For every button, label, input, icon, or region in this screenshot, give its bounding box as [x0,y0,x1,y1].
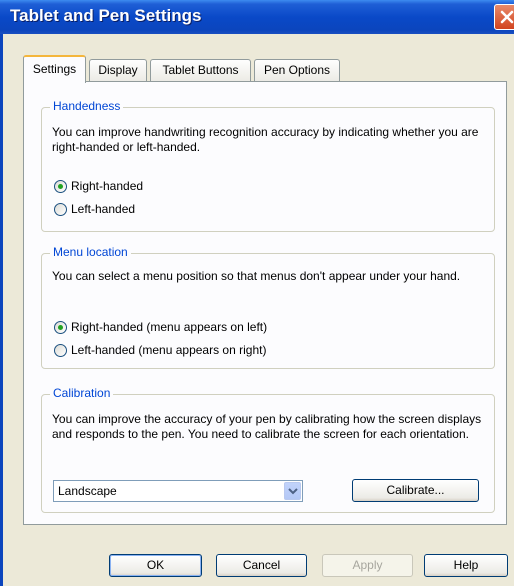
calibration-group: Calibration You can improve the accuracy… [41,386,495,513]
handedness-left-radio[interactable]: Left-handed [54,201,135,217]
menu-location-title: Menu location [50,245,131,259]
radio-label: Left-handed [71,202,136,216]
ok-button[interactable]: OK [109,554,202,577]
orientation-dropdown[interactable]: Landscape [53,480,303,502]
radio-label: Left-handed (menu appears on right) [71,343,267,357]
tab-pen-options[interactable]: Pen Options [254,59,340,81]
calibration-title: Calibration [50,386,114,400]
radio-label: Right-handed [71,179,144,193]
radio-label: Right-handed (menu appears on left) [71,320,268,334]
chevron-down-icon[interactable] [284,482,301,500]
handedness-group: Handedness You can improve handwriting r… [41,99,495,232]
dialog-window: Tablet and Pen Settings Settings Display… [0,0,514,586]
handedness-description: You can improve handwriting recognition … [52,125,479,154]
window-frame [0,34,3,586]
menu-location-description: You can select a menu position so that m… [52,269,461,283]
tab-display[interactable]: Display [89,59,147,81]
settings-panel: Handedness You can improve handwriting r… [23,81,507,525]
help-button[interactable]: Help [424,554,508,577]
tab-tablet-buttons[interactable]: Tablet Buttons [150,59,251,81]
menu-right-handed-radio[interactable]: Right-handed (menu appears on left) [54,319,267,335]
calibration-description: You can improve the accuracy of your pen… [52,412,482,441]
menu-left-handed-radio[interactable]: Left-handed (menu appears on right) [54,342,266,358]
window-title: Tablet and Pen Settings [10,6,202,25]
close-button[interactable] [494,4,514,30]
apply-button[interactable]: Apply [322,554,413,577]
radio-selected-icon [54,320,67,334]
tab-settings[interactable]: Settings [23,55,86,83]
calibrate-button[interactable]: Calibrate... [352,479,479,502]
handedness-title: Handedness [50,99,124,113]
orientation-value: Landscape [58,484,117,498]
radio-unselected-icon [54,343,67,357]
radio-selected-icon [54,179,67,193]
handedness-right-radio[interactable]: Right-handed [54,178,143,194]
cancel-button[interactable]: Cancel [216,554,307,577]
title-bar[interactable]: Tablet and Pen Settings [0,0,514,34]
menu-location-group: Menu location You can select a menu posi… [41,245,495,369]
radio-unselected-icon [54,202,67,216]
